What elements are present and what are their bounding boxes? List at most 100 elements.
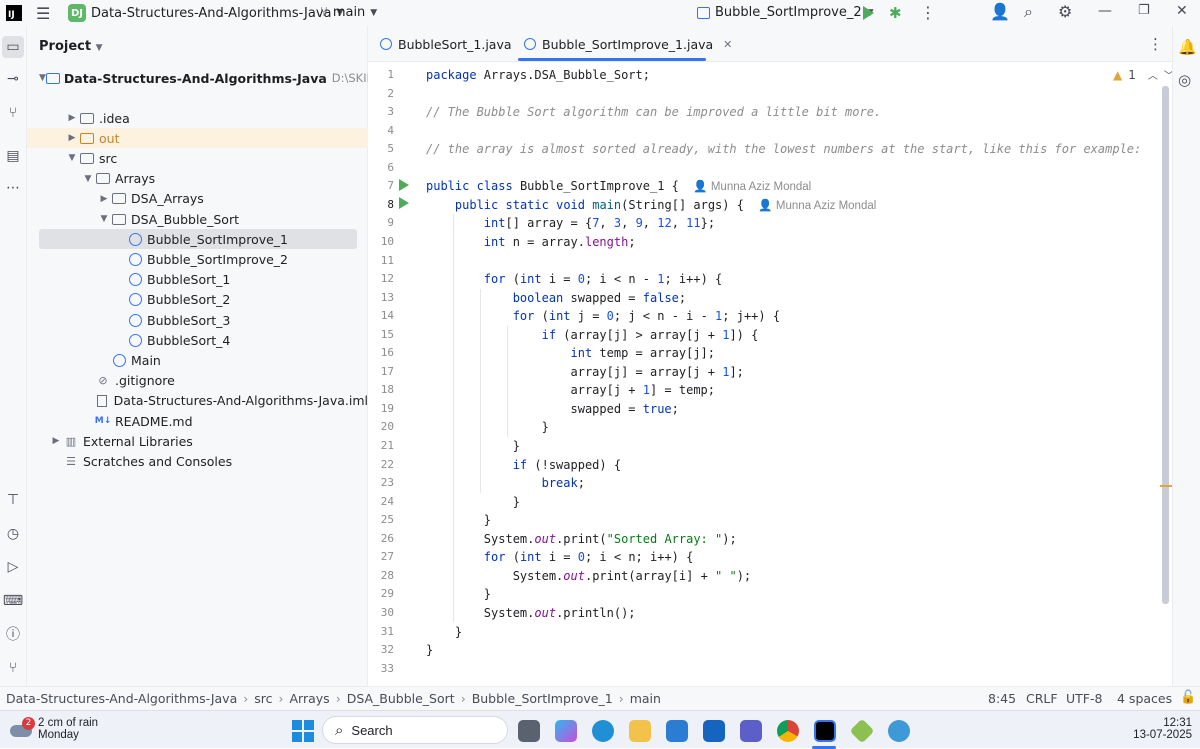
code-line[interactable]: } [426,493,520,511]
code-line[interactable]: } [426,641,433,659]
line-number[interactable]: 5 [368,142,394,155]
code-line[interactable]: swapped = true; [426,400,678,418]
code-line[interactable]: System.out.print(array[i] + " "); [426,567,751,585]
main-menu-icon[interactable]: ☰ [36,4,50,23]
code-line[interactable]: public class Bubble_SortImprove_1 { 👤 Mu… [426,177,811,195]
tree-item[interactable]: BubbleSort_3 [27,310,368,330]
tree-item[interactable]: BubbleSort_2 [27,290,368,310]
add-user-icon[interactable]: 👤 [990,2,1010,21]
run-config-selector[interactable]: Bubble_SortImprove_2 ▼ [697,5,874,20]
tree-item[interactable]: ☰ Scratches and Consoles [27,451,368,471]
more-tools-icon[interactable]: ⋯ [3,178,23,198]
problems-icon[interactable]: ⓘ [3,624,23,644]
debug-icon[interactable]: ✱ [889,4,902,22]
file-explorer-icon[interactable] [629,720,651,742]
minimize-icon[interactable]: — [1098,3,1112,19]
tree-item[interactable]: Bubble_SortImprove_2 [27,249,368,269]
line-number[interactable]: 9 [368,216,394,229]
tree-item[interactable]: ▼ DSA_Bubble_Sort [27,209,368,229]
branch-switcher[interactable]: ⑂ main ▼ [320,5,377,20]
outlook-icon[interactable] [703,720,725,742]
line-number[interactable]: 17 [368,365,394,378]
tree-item[interactable]: ▶ .idea [27,108,368,128]
services-icon[interactable]: ◷ [3,524,23,544]
line-separator[interactable]: CRLF [1026,691,1058,706]
line-number[interactable]: 4 [368,124,394,137]
line-number[interactable]: 32 [368,643,394,656]
line-number[interactable]: 6 [368,161,394,174]
gitkraken-icon[interactable] [849,718,875,744]
store-icon[interactable] [666,720,688,742]
line-number[interactable]: 2 [368,87,394,100]
line-number[interactable]: 21 [368,439,394,452]
tree-item[interactable]: Main [27,350,368,370]
breadcrumb-item[interactable]: DSA_Bubble_Sort [347,691,455,706]
code-line[interactable]: if (array[j] > array[j + 1]) { [426,326,759,344]
code-line[interactable]: } [426,437,520,455]
search-icon[interactable]: ⌕ [1024,2,1033,22]
tree-item[interactable]: ▼ Arrays [27,169,368,189]
tab-bubblesort-1[interactable]: BubbleSort_1.java [380,26,512,62]
code-line[interactable]: int[] array = {7, 3, 9, 12, 11}; [426,214,715,232]
breadcrumb-item[interactable]: Bubble_SortImprove_1 [472,691,613,706]
code-line[interactable]: array[j + 1] = temp; [426,381,715,399]
project-tool-icon[interactable]: ▭ [2,36,24,58]
tree-item[interactable]: ▼ src [27,148,368,168]
line-number[interactable]: 8 [368,198,394,211]
author-inlay[interactable]: 👤 Munna Aziz Mondal [758,200,876,212]
task-view-icon[interactable] [518,720,540,742]
line-number[interactable]: 3 [368,105,394,118]
chevron-up-icon[interactable]: ︿ [1148,67,1158,82]
chevron-right-icon[interactable]: ▶ [65,113,79,123]
git-icon[interactable]: ⑂ [3,658,23,678]
tree-item[interactable]: Bubble_SortImprove_1 [39,229,357,250]
breadcrumb-item[interactable]: Arrays [290,691,330,706]
line-number[interactable]: 24 [368,495,394,508]
breadcrumb-item[interactable]: src [254,691,272,706]
intellij-taskbar-icon[interactable] [814,720,836,742]
warning-stripe-marker[interactable] [1160,485,1172,487]
line-number[interactable]: 14 [368,309,394,322]
line-number[interactable]: 20 [368,420,394,433]
code-line[interactable]: System.out.print("Sorted Array: "); [426,530,737,548]
chevron-right-icon[interactable]: ▶ [49,436,63,446]
chrome-icon[interactable] [777,720,799,742]
ai-assistant-icon[interactable]: ◎ [1178,71,1191,89]
code-line[interactable]: // the array is almost sorted already, w… [426,140,1141,158]
intellij-logo-icon[interactable]: IJ [6,5,22,21]
line-number[interactable]: 11 [368,254,394,267]
taskbar-search[interactable]: ⌕ Search [322,716,508,744]
code-line[interactable]: } [426,585,491,603]
line-number[interactable]: 7 [368,179,394,192]
globe-app-icon[interactable] [888,720,910,742]
tree-item[interactable]: ▶ out [27,128,368,149]
chevron-down-icon[interactable]: ▼ [81,174,95,184]
line-number[interactable]: 18 [368,383,394,396]
tree-item[interactable]: ▶ ▥ External Libraries [27,431,368,451]
code-line[interactable]: boolean swapped = false; [426,289,686,307]
terminal-icon[interactable]: ⌨ [3,591,23,611]
run-class-gutter-icon[interactable] [399,179,409,191]
code-line[interactable]: public static void main(String[] args) {… [426,196,876,214]
code-line[interactable]: array[j] = array[j + 1]; [426,363,743,381]
code-line[interactable]: break; [426,474,585,492]
teams-icon[interactable] [740,720,762,742]
tree-item[interactable]: ⊘ .gitignore [27,371,368,391]
weather-text[interactable]: 2 cm of rain Monday [38,717,98,741]
line-number[interactable]: 22 [368,458,394,471]
commit-icon[interactable]: ⊸ [3,69,23,89]
line-number[interactable]: 16 [368,346,394,359]
code-line[interactable]: int n = array.length; [426,233,636,251]
code-editor[interactable]: package Arrays.DSA_Bubble_Sort; // The Bu… [416,62,1162,686]
tab-bubble-sortimprove-1[interactable]: Bubble_SortImprove_1.java ✕ [524,26,732,62]
more-options-icon[interactable]: ⋮ [920,3,936,22]
structure-icon[interactable]: ▤ [3,146,23,166]
vertical-scrollbar[interactable] [1162,86,1169,604]
notifications-icon[interactable]: 🔔 [1178,38,1197,56]
chevron-down-icon[interactable]: ▼ [65,153,79,163]
line-number[interactable]: 13 [368,291,394,304]
maximize-icon[interactable]: ❐ [1138,3,1150,18]
tree-root[interactable]: ▼ Data-Structures-And-Algorithms-Java D:… [27,68,421,88]
tree-item[interactable]: Data-Structures-And-Algorithms-Java.iml [27,391,368,411]
run-tool-icon[interactable]: ▷ [3,557,23,577]
